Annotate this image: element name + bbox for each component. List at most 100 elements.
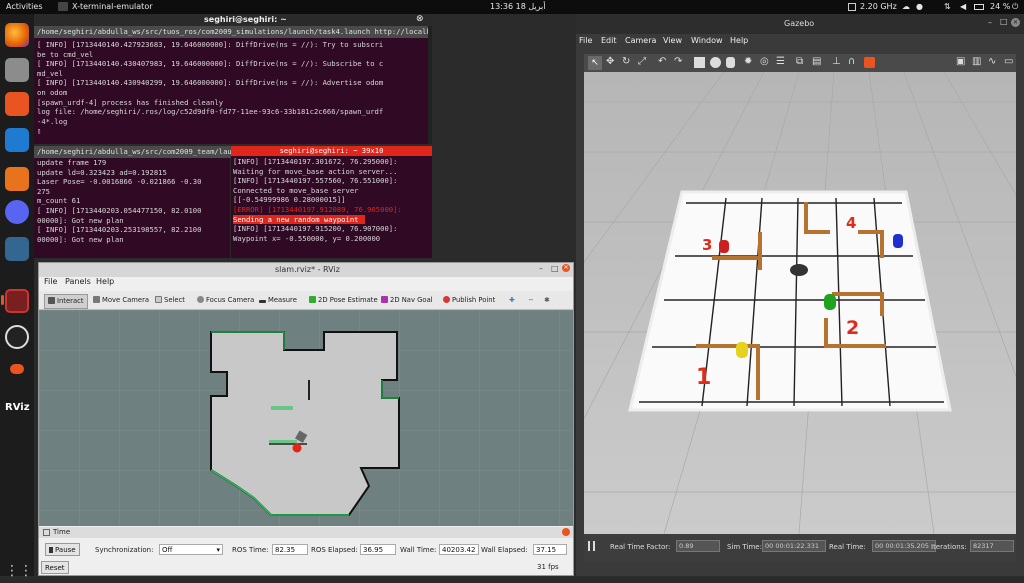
directional-light-icon[interactable]: ☰ bbox=[776, 56, 785, 67]
terminal-tab-left[interactable]: /home/seghiri/abdulla_ws/src/com2009_tea… bbox=[34, 146, 233, 158]
terminal-line: [ INFO] [1713440203.054477150, 82.0100 bbox=[37, 205, 202, 215]
tool-move-camera[interactable]: Move Camera bbox=[93, 294, 149, 307]
firefox-icon[interactable] bbox=[5, 23, 29, 47]
minimize-icon[interactable]: – bbox=[988, 18, 992, 27]
menu-file[interactable]: File bbox=[44, 277, 57, 286]
show-apps-icon[interactable]: ⋮⋮ bbox=[5, 559, 33, 583]
add-tool-icon[interactable]: ✚ bbox=[509, 294, 515, 307]
tool-focus-camera[interactable]: Focus Camera bbox=[197, 294, 254, 307]
sync-select[interactable]: Off ▾ bbox=[159, 544, 223, 555]
pause-button[interactable]: Pause bbox=[45, 543, 80, 556]
power-icon[interactable]: ⏻ bbox=[1012, 2, 1018, 12]
vscode-icon[interactable] bbox=[5, 128, 29, 152]
terminal-pane-left[interactable]: /home/seghiri/abdulla_ws/src/com2009_tea… bbox=[34, 146, 233, 258]
point-light-icon[interactable]: ✹ bbox=[744, 56, 752, 67]
video-record-icon[interactable]: ▭ bbox=[1004, 56, 1013, 67]
terminal-app-icon[interactable] bbox=[5, 289, 29, 313]
log-icon[interactable]: ▥ bbox=[972, 56, 981, 67]
sync-label: Synchronization: bbox=[95, 546, 154, 554]
files-icon[interactable] bbox=[5, 58, 29, 82]
rviz-3d-view[interactable] bbox=[39, 310, 573, 526]
wall-elapsed-field[interactable]: 37.15 bbox=[533, 544, 567, 555]
robot bbox=[790, 264, 808, 276]
fl-studio-icon[interactable] bbox=[5, 167, 29, 191]
select-mode-icon[interactable]: ↖ bbox=[588, 56, 602, 70]
menu-view[interactable]: View bbox=[663, 36, 682, 45]
minimize-icon[interactable]: – bbox=[539, 264, 543, 273]
close-icon[interactable] bbox=[562, 528, 570, 536]
rotate-icon[interactable]: ↻ bbox=[622, 56, 630, 67]
undo-icon[interactable]: ↶ bbox=[658, 56, 666, 67]
ros-elapsed-field[interactable]: 36.95 bbox=[360, 544, 396, 555]
battery-percent[interactable]: 24 % bbox=[990, 2, 1010, 11]
nav-goal-icon bbox=[381, 296, 388, 303]
cpu-frequency[interactable]: 2.20 GHz bbox=[860, 2, 897, 11]
screenshot-icon[interactable]: ▣ bbox=[956, 56, 965, 67]
rviz-icon[interactable]: RViz bbox=[5, 396, 30, 420]
terminal-title-right[interactable]: seghiri@seghiri: ~ 39x10 bbox=[231, 146, 432, 156]
terminal-line: [ INFO] [1713440203.253198557, 82.2100 bbox=[37, 225, 202, 235]
terminal-pane-right[interactable]: seghiri@seghiri: ~ 39x10 [INFO] [1713440… bbox=[231, 146, 432, 258]
gazebo-titlebar[interactable]: Gazebo – □ ✕ bbox=[576, 14, 1024, 34]
terminal-top[interactable]: /home/seghiri/abdulla_ws/src/tuos_ros/co… bbox=[34, 26, 431, 144]
terminal-tab[interactable]: /home/seghiri/abdulla_ws/src/tuos_ros/co… bbox=[34, 26, 431, 38]
volume-icon[interactable]: ◀ bbox=[960, 2, 966, 11]
clock[interactable]: 13:36 أبريل 18 bbox=[490, 2, 546, 11]
snap-icon[interactable]: ∩ bbox=[848, 56, 855, 67]
tool-measure[interactable]: Measure bbox=[259, 294, 297, 307]
pgadmin-icon[interactable] bbox=[5, 237, 29, 261]
menu-help[interactable]: Help bbox=[96, 277, 114, 286]
pause-icon[interactable] bbox=[588, 541, 595, 551]
tool-2d-pose-estimate[interactable]: 2D Pose Estimate bbox=[309, 294, 378, 307]
terminal-titlebar[interactable]: seghiri@seghiri: ~ ⊗ bbox=[34, 14, 432, 26]
menu-file[interactable]: File bbox=[579, 36, 592, 45]
menu-panels[interactable]: Panels bbox=[65, 277, 91, 286]
maximize-icon[interactable]: □ bbox=[1000, 17, 1008, 26]
tool-settings-icon[interactable]: ✱ bbox=[544, 294, 550, 307]
network-icon[interactable]: ⇅ bbox=[944, 2, 951, 11]
redo-icon[interactable]: ↷ bbox=[674, 56, 682, 67]
translate-icon[interactable]: ✥ bbox=[606, 56, 614, 67]
zone-label-4: 4 bbox=[846, 214, 856, 232]
discord-icon[interactable] bbox=[5, 200, 29, 224]
ros-time-field[interactable]: 82.35 bbox=[272, 544, 308, 555]
cylinder-shape-icon[interactable] bbox=[726, 57, 735, 68]
sphere-shape-icon[interactable] bbox=[710, 57, 721, 68]
menu-help[interactable]: Help bbox=[730, 36, 748, 45]
ubuntu-icon[interactable] bbox=[10, 364, 24, 374]
rviz-titlebar[interactable]: slam.rviz* - RViz – □ ✕ bbox=[39, 263, 573, 277]
close-icon[interactable]: ⊗ bbox=[416, 14, 424, 24]
activities-button[interactable]: Activities bbox=[6, 2, 43, 11]
plot-icon[interactable]: ∿ bbox=[988, 56, 996, 67]
menu-edit[interactable]: Edit bbox=[601, 36, 617, 45]
terminal-line: md_vel bbox=[37, 68, 63, 78]
close-icon[interactable]: ✕ bbox=[1011, 18, 1020, 27]
maximize-icon[interactable]: □ bbox=[551, 264, 559, 273]
active-app-name[interactable]: X-terminal-emulator bbox=[72, 2, 153, 11]
spot-light-icon[interactable]: ◎ bbox=[760, 56, 769, 67]
tool-select[interactable]: Select bbox=[155, 294, 185, 307]
menu-window[interactable]: Window bbox=[691, 36, 723, 45]
close-icon[interactable]: ✕ bbox=[562, 264, 570, 272]
tool-publish-point[interactable]: Publish Point bbox=[443, 294, 495, 307]
remove-tool-icon[interactable]: − bbox=[528, 294, 534, 307]
terminal-line: Connected to move_base server bbox=[233, 185, 359, 195]
scale-icon[interactable]: ⤢ bbox=[638, 56, 646, 67]
menu-camera[interactable]: Camera bbox=[625, 36, 656, 45]
weather-icon: ☁ bbox=[902, 2, 910, 11]
copy-icon[interactable]: ⧉ bbox=[796, 56, 803, 67]
reset-button[interactable]: Reset bbox=[41, 561, 69, 574]
terminal-line: be to cmd_vel bbox=[37, 49, 94, 59]
tool-2d-nav-goal[interactable]: 2D Nav Goal bbox=[381, 294, 433, 307]
paste-icon[interactable]: ▤ bbox=[812, 56, 821, 67]
align-icon[interactable]: ⊥ bbox=[832, 56, 841, 67]
gazebo-3d-view[interactable]: 3 4 2 1 bbox=[584, 72, 1016, 534]
change-view-icon[interactable] bbox=[864, 57, 875, 68]
box-shape-icon[interactable] bbox=[694, 57, 705, 68]
wall-time-field[interactable]: 40203.42 bbox=[439, 544, 479, 555]
software-center-icon[interactable] bbox=[5, 92, 29, 116]
obs-icon[interactable] bbox=[5, 325, 29, 349]
scrollbar[interactable] bbox=[428, 26, 432, 144]
rviz-menubar: File Panels Help bbox=[39, 277, 573, 289]
tool-interact[interactable]: Interact bbox=[44, 294, 88, 309]
